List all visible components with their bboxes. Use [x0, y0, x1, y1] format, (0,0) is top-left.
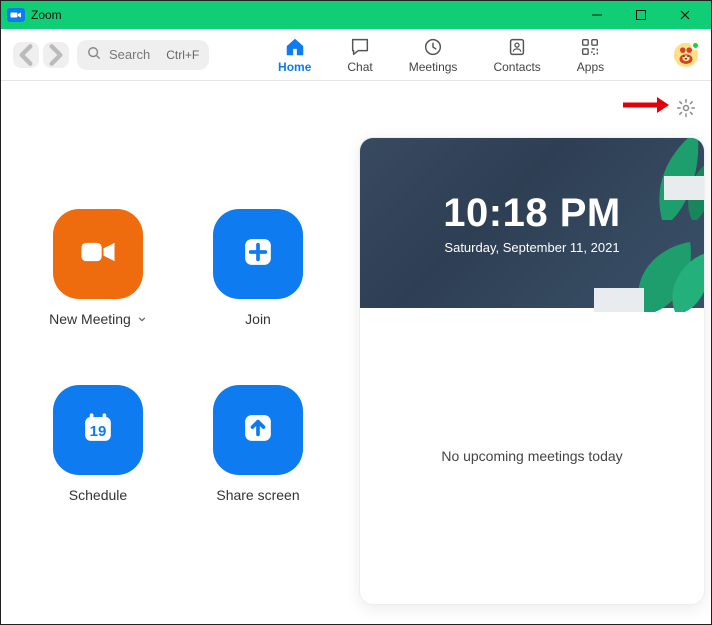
zoom-app-icon [7, 8, 25, 22]
tab-home[interactable]: Home [278, 36, 311, 74]
calendar-icon: 19 [76, 406, 120, 455]
tab-apps[interactable]: Apps [577, 36, 604, 74]
toolbar: Search Ctrl+F Home Chat Meetings [1, 29, 711, 81]
window-maximize-button[interactable] [619, 1, 663, 29]
panel-hero: 10:18 PM Saturday, September 11, 2021 [360, 138, 704, 308]
schedule-button[interactable]: 19 Schedule [23, 385, 173, 503]
calendar-day-number: 19 [76, 406, 120, 450]
share-screen-button[interactable]: Share screen [183, 385, 333, 503]
window-minimize-button[interactable] [575, 1, 619, 29]
main-area: New Meeting Join 19 Schedule [1, 81, 711, 624]
action-label: Join [245, 311, 271, 327]
chat-icon [349, 36, 371, 58]
presence-dot-icon [691, 41, 700, 50]
share-up-arrow-icon [236, 406, 280, 455]
search-shortcut: Ctrl+F [166, 48, 199, 62]
action-label: New Meeting [49, 311, 131, 327]
clock-time: 10:18 PM [443, 191, 620, 236]
title-bar: Zoom [1, 1, 711, 29]
panel-body: No upcoming meetings today [360, 308, 704, 604]
profile-avatar-button[interactable] [673, 42, 699, 68]
plus-icon [236, 230, 280, 279]
pot-decor-icon [664, 176, 705, 200]
clock-date: Saturday, September 11, 2021 [444, 240, 619, 255]
nav-forward-button[interactable] [43, 42, 69, 68]
tab-contacts[interactable]: Contacts [493, 36, 540, 74]
pot-decor-icon [594, 288, 644, 312]
upcoming-panel: 10:18 PM Saturday, September 11, 2021 No… [359, 137, 705, 605]
action-label: Schedule [69, 487, 127, 503]
settings-gear-button[interactable] [675, 97, 697, 119]
action-label: Share screen [216, 487, 299, 503]
search-input[interactable]: Search Ctrl+F [77, 40, 209, 70]
apps-icon [579, 36, 601, 58]
chevron-down-icon[interactable] [137, 311, 147, 327]
no-meetings-text: No upcoming meetings today [441, 448, 622, 464]
new-meeting-button[interactable]: New Meeting [23, 209, 173, 327]
contacts-icon [506, 36, 528, 58]
search-icon [87, 46, 101, 63]
red-arrow-annotation [621, 95, 669, 120]
join-button[interactable]: Join [183, 209, 333, 327]
main-tabs: Home Chat Meetings Contacts Apps [217, 36, 665, 74]
tab-chat[interactable]: Chat [347, 36, 372, 74]
window-title: Zoom [31, 8, 62, 22]
clock-icon [422, 36, 444, 58]
video-camera-icon [76, 230, 120, 279]
nav-back-button[interactable] [13, 42, 39, 68]
search-placeholder: Search [109, 47, 150, 62]
home-icon [284, 36, 306, 58]
window-close-button[interactable] [663, 1, 707, 29]
tab-meetings[interactable]: Meetings [409, 36, 458, 74]
